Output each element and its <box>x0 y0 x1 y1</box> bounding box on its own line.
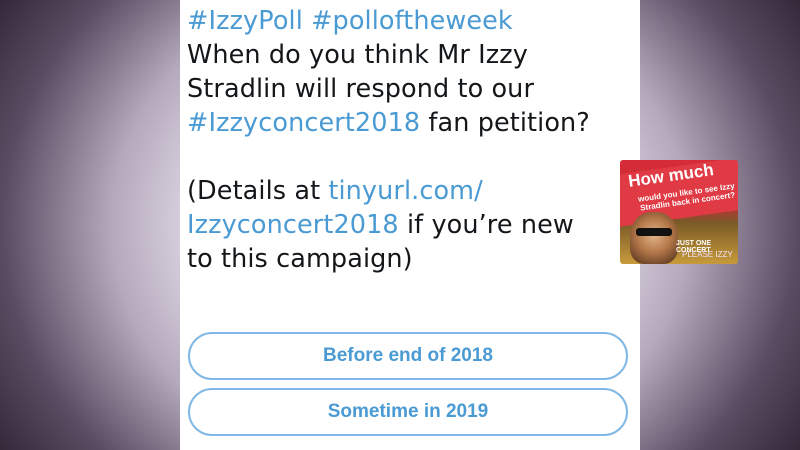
tweet-text: #IzzyPoll #polloftheweek When do you thin… <box>187 4 637 276</box>
tweet-text-span: if you’re new <box>398 210 574 240</box>
poll-option-label: Sometime in 2019 <box>327 401 489 422</box>
tweet-line: When do you think Mr Izzy <box>187 38 637 72</box>
poll-option-sometime-2019[interactable]: Sometime in 2019 <box>188 388 628 436</box>
poll-option-label: Before end of 2018 <box>323 345 493 366</box>
tweet-text-span: to this campaign) <box>187 244 413 274</box>
tweet-line: (Details at tinyurl.com/ <box>187 174 637 208</box>
tweet-text-span: (Details at <box>187 176 329 206</box>
tweet-line: Izzyconcert2018 if you’re new <box>187 208 637 242</box>
tweet-line: #Izzyconcert2018 fan petition? <box>187 106 637 140</box>
tweet-text-span: fan petition? <box>420 108 590 138</box>
tweet-card: #IzzyPoll #polloftheweek When do you thin… <box>180 0 640 450</box>
tweet-line: to this campaign) <box>187 242 637 276</box>
tweet-line: #IzzyPoll #polloftheweek <box>187 4 637 38</box>
hashtag-link[interactable]: #Izzyconcert2018 <box>187 108 420 138</box>
poll-option-before-end-2018[interactable]: Before end of 2018 <box>188 332 628 380</box>
hashtag-link[interactable]: #IzzyPoll #polloftheweek <box>187 6 513 36</box>
tweet-text-span: Stradlin will respond to our <box>187 74 535 104</box>
portrait-photo <box>630 212 678 264</box>
campaign-image: How much would you like to see Izzy Stra… <box>620 160 738 264</box>
sunglasses <box>636 228 672 236</box>
tweet-text-span: When do you think Mr Izzy <box>187 40 528 70</box>
url-link[interactable]: Izzyconcert2018 <box>187 210 399 240</box>
tweet-line: Stradlin will respond to our <box>187 72 637 106</box>
url-link[interactable]: tinyurl.com/ <box>328 176 482 206</box>
image-caption-bottom: PLEASE IZZY <box>682 250 733 259</box>
